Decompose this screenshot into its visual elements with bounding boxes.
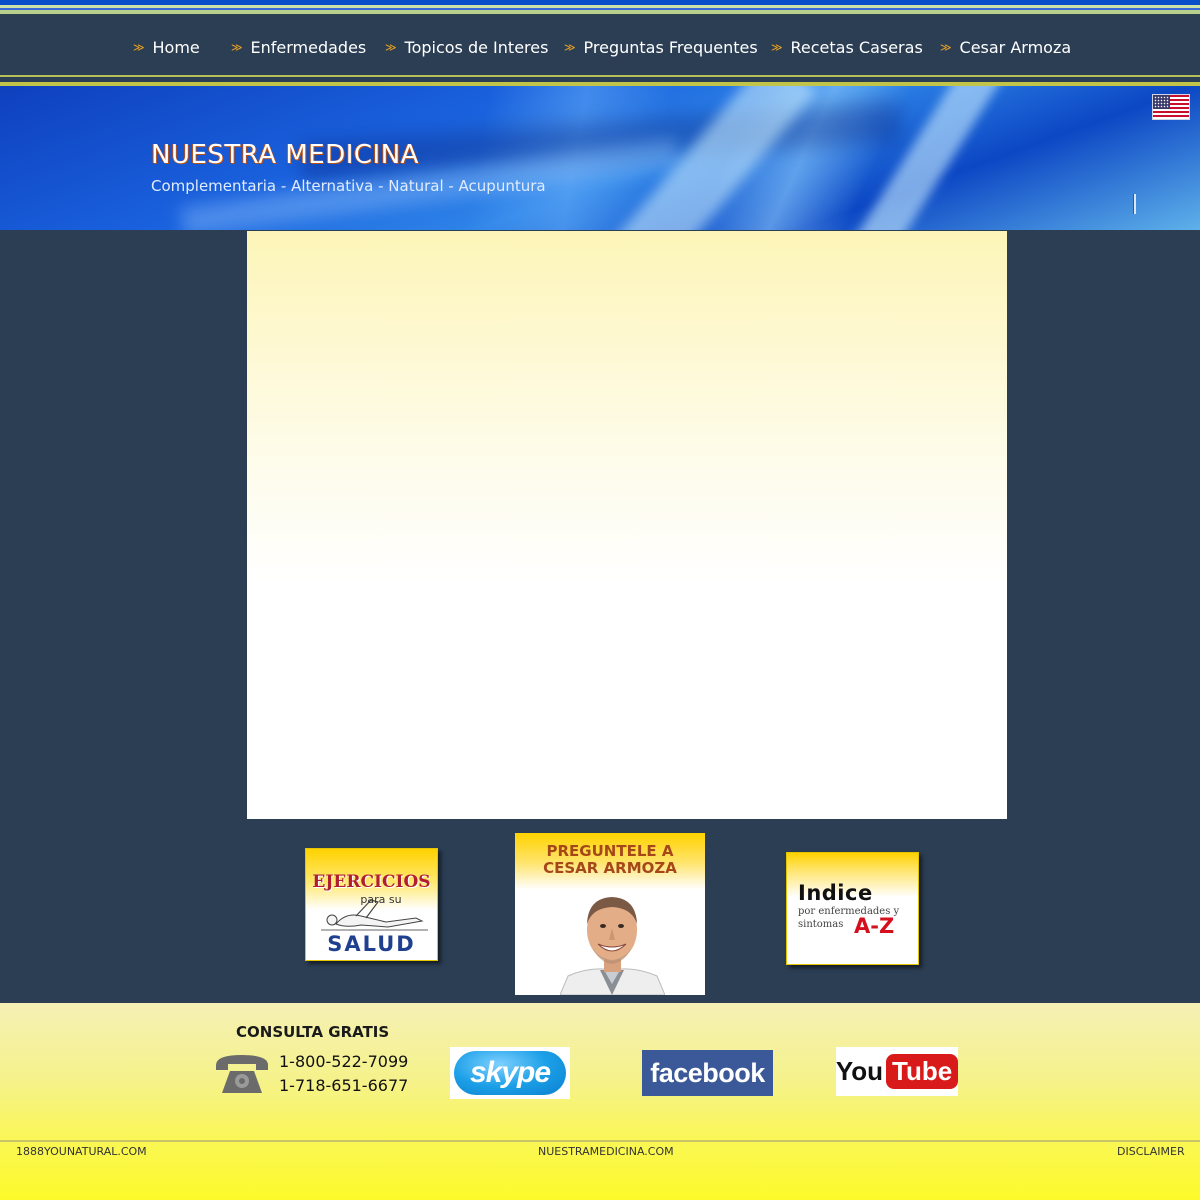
top-stripe bbox=[0, 0, 1200, 18]
skype-logo-icon: skype bbox=[454, 1051, 566, 1095]
footer-link-nuestramedicina[interactable]: NUESTRAMEDICINA.COM bbox=[538, 1145, 674, 1158]
nav-label-topicos: Topicos de Interes bbox=[404, 37, 549, 57]
youtube-label-you: You bbox=[835, 1056, 883, 1086]
main-nav: ≫ Home ≫ Enfermedades ≫ Topicos de Inter… bbox=[0, 18, 1200, 78]
nav-label-preguntas: Preguntas Frequentes bbox=[583, 37, 758, 57]
main-content-area bbox=[247, 231, 1007, 819]
flag-stars bbox=[1154, 96, 1169, 108]
doctor-portrait-image bbox=[560, 897, 665, 995]
site-subtitle: Complementaria - Alternativa - Natural -… bbox=[151, 177, 546, 195]
phone-number-2: 1-718-651-6677 bbox=[279, 1076, 409, 1095]
ejercicios-title: EJERCICIOS bbox=[312, 872, 431, 892]
phone-number-1: 1-800-522-7099 bbox=[279, 1052, 409, 1071]
ejercicios-promo-button[interactable]: EJERCICIOS para su SALUD bbox=[305, 848, 438, 961]
double-chevron-icon: ≫ bbox=[385, 40, 396, 54]
nav-item-recetas[interactable]: ≫ Recetas Caseras bbox=[771, 18, 923, 76]
facebook-label: facebook bbox=[650, 1057, 765, 1088]
nav-item-enfermedades[interactable]: ≫ Enfermedades bbox=[231, 18, 366, 76]
footer-divider bbox=[0, 1140, 1200, 1142]
double-chevron-icon: ≫ bbox=[940, 40, 951, 54]
double-chevron-icon: ≫ bbox=[133, 40, 144, 54]
indice-title: Indice bbox=[798, 881, 873, 905]
double-chevron-icon: ≫ bbox=[771, 40, 782, 54]
nav-label-home: Home bbox=[152, 37, 200, 57]
double-chevron-icon: ≫ bbox=[231, 40, 242, 54]
ejercicios-subtitle: para su bbox=[360, 893, 402, 906]
preguntele-line2: CESAR ARMOZA bbox=[543, 859, 677, 877]
site-banner: NUESTRA MEDICINA Complementaria - Altern… bbox=[0, 82, 1200, 230]
banner-divider bbox=[0, 82, 1200, 86]
nav-item-preguntas[interactable]: ≫ Preguntas Frequentes bbox=[564, 18, 758, 76]
nav-label-recetas: Recetas Caseras bbox=[790, 37, 923, 57]
telephone-icon bbox=[216, 1055, 268, 1093]
us-flag-icon[interactable] bbox=[1152, 94, 1190, 120]
preguntele-line1: PREGUNTELE A bbox=[546, 842, 674, 860]
site-footer: CONSULTA GRATIS 1-800-522-7099 1-718-651… bbox=[0, 1003, 1200, 1200]
ejercicios-salud-label: SALUD bbox=[327, 932, 416, 956]
site-title: NUESTRA MEDICINA bbox=[151, 140, 419, 170]
footer-link-disclaimer[interactable]: DISCLAIMER bbox=[1117, 1145, 1185, 1158]
youtube-label-tube: Tube bbox=[886, 1054, 959, 1089]
double-chevron-icon: ≫ bbox=[564, 40, 575, 54]
youtube-button[interactable]: You Tube bbox=[835, 1047, 959, 1096]
indice-subtitle-2: sintomas bbox=[798, 919, 844, 930]
nav-item-topicos[interactable]: ≫ Topicos de Interes bbox=[385, 18, 548, 76]
consulta-gratis-heading: CONSULTA GRATIS bbox=[236, 1023, 390, 1041]
indice-az-label: A-Z bbox=[854, 914, 895, 938]
skype-label: skype bbox=[469, 1056, 551, 1089]
banner-marker bbox=[1133, 194, 1136, 214]
preguntele-title: PREGUNTELE A CESAR ARMOZA bbox=[515, 843, 705, 877]
footer-link-1888younatural[interactable]: 1888YOUNATURAL.COM bbox=[16, 1145, 147, 1158]
nav-label-cesar-armoza: Cesar Armoza bbox=[959, 37, 1072, 57]
facebook-button[interactable]: facebook bbox=[642, 1050, 773, 1096]
nav-item-home[interactable]: ≫ Home bbox=[133, 18, 200, 76]
nav-divider bbox=[0, 75, 1200, 77]
nav-label-enfermedades: Enfermedades bbox=[250, 37, 367, 57]
skype-button[interactable]: skype bbox=[450, 1047, 570, 1099]
indice-a-z-button[interactable]: Indice por enfermedades y sintomas A-Z bbox=[786, 852, 919, 965]
preguntele-cesar-armoza-button[interactable]: PREGUNTELE A CESAR ARMOZA bbox=[515, 833, 705, 995]
nav-item-cesar-armoza[interactable]: ≫ Cesar Armoza bbox=[940, 18, 1071, 76]
